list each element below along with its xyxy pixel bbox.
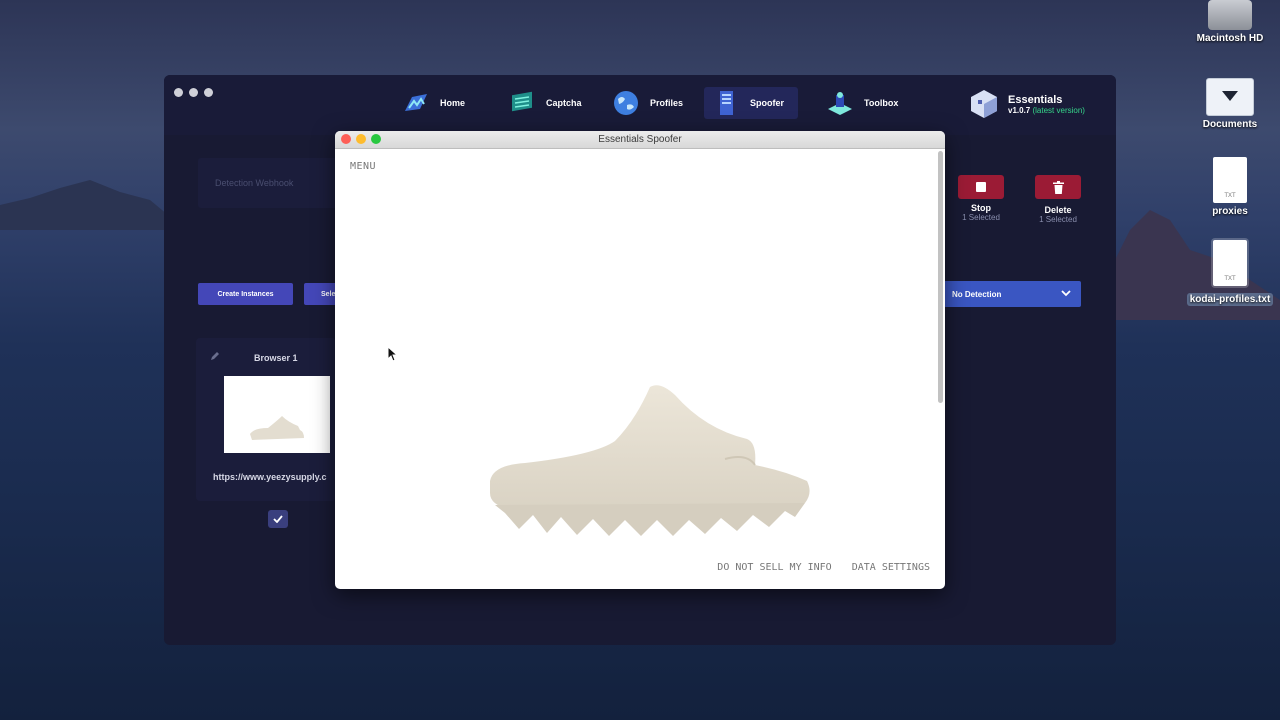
stop-icon (976, 182, 986, 192)
version-note: (latest version) (1032, 105, 1085, 115)
create-instances-button[interactable]: Create Instances (198, 283, 293, 305)
footer-links: DO NOT SELL MY INFO DATA SETTINGS (703, 562, 930, 573)
pencil-icon[interactable] (210, 351, 220, 361)
detection-dropdown[interactable]: No Detection (943, 281, 1081, 307)
menu-link[interactable]: MENU (350, 161, 376, 172)
desktop-icon-documents[interactable]: Documents (1185, 78, 1275, 130)
desktop-icon-proxies[interactable]: TXT proxies (1185, 157, 1275, 217)
product-image (490, 385, 810, 536)
browser-card[interactable]: Browser 1 https://www.yeezysupply.c (196, 338, 336, 501)
mouse-cursor-icon (387, 346, 397, 362)
toolbox-icon (828, 92, 852, 115)
stop-button[interactable] (958, 175, 1004, 199)
browser-url: https://www.yeezysupply.c (213, 472, 327, 482)
app-header: Home Captcha Profiles Spoofer Toolbox Es… (164, 75, 1116, 135)
desktop-icon-kodai-profiles[interactable]: TXT kodai-profiles.txt (1185, 238, 1275, 306)
version: v1.0.7 (1008, 105, 1031, 115)
brand: Essentials v1.0.7 (latest version) (970, 89, 1085, 119)
hard-drive-icon (1208, 0, 1252, 30)
spoofer-window: Essentials Spoofer MENU DO NOT SELL MY I… (335, 131, 945, 589)
text-file-icon: TXT (1213, 157, 1247, 203)
trash-icon (1052, 180, 1064, 194)
chevron-down-icon (1061, 290, 1071, 297)
nav-spoofer[interactable]: Spoofer (704, 87, 798, 119)
scrollbar[interactable] (938, 151, 943, 403)
confirm-button[interactable] (268, 510, 288, 528)
data-settings-link[interactable]: DATA SETTINGS (852, 562, 930, 573)
downloads-folder-icon (1206, 78, 1254, 116)
stop-label: Stop 1 Selected (962, 203, 1000, 222)
spoofer-titlebar: Essentials Spoofer (335, 131, 945, 149)
delete-button[interactable] (1035, 175, 1081, 199)
desktop-wallpaper-mountain-left (0, 180, 180, 230)
do-not-sell-link[interactable]: DO NOT SELL MY INFO (717, 562, 831, 573)
minimize-window-button[interactable] (356, 134, 366, 144)
browser-thumbnail[interactable] (224, 376, 330, 453)
window-controls[interactable] (174, 84, 219, 102)
home-icon (405, 94, 427, 111)
nav-home[interactable]: Home (394, 87, 473, 119)
nav-toolbox[interactable]: Toolbox (818, 87, 906, 119)
nav-profiles[interactable]: Profiles (604, 87, 691, 119)
maximize-window-button[interactable] (371, 134, 381, 144)
delete-label: Delete 1 Selected (1039, 205, 1077, 224)
nav-captcha[interactable]: Captcha (500, 87, 590, 119)
text-file-icon: TXT (1213, 240, 1247, 286)
captcha-icon (512, 91, 532, 112)
close-window-button[interactable] (341, 134, 351, 144)
desktop-icon-macintosh-hd[interactable]: Macintosh HD (1185, 0, 1275, 44)
globe-icon (614, 91, 638, 115)
server-icon (720, 91, 733, 115)
check-icon (273, 515, 283, 523)
essentials-logo-icon (971, 90, 997, 118)
